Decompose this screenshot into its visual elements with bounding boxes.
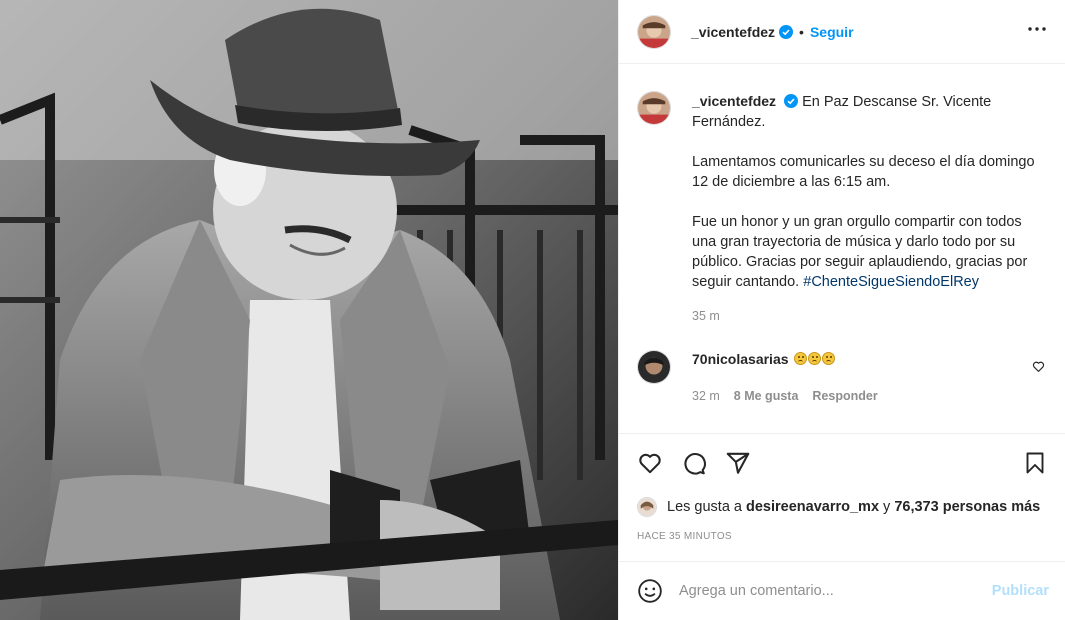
reply-button[interactable]: Responder	[812, 387, 877, 405]
post-header: _vicentefdez • Seguir	[619, 0, 1065, 64]
comment-likes[interactable]: 8 Me gusta	[734, 387, 799, 405]
post-caption: _vicentefdez En Paz Descanse Sr. Vicente…	[637, 91, 1047, 326]
likes-prefix: Les gusta a	[667, 499, 742, 515]
caption-paragraph-2: Lamentamos comunicarles su deceso el día…	[692, 154, 1035, 190]
worried-face-emoji-icon	[821, 352, 835, 365]
liker-avatar[interactable]	[637, 497, 657, 517]
verified-icon	[779, 24, 794, 39]
commenter-username[interactable]: 70nicolasarias	[692, 351, 789, 367]
worried-face-emoji-icon	[793, 352, 807, 365]
comment-item: 70nicolasarias 32 m 8 Me gusta Responder	[637, 350, 1047, 405]
commenter-avatar[interactable]	[637, 350, 671, 384]
separator-dot: •	[799, 23, 804, 40]
save-bookmark-icon[interactable]	[1023, 451, 1047, 475]
likes-count[interactable]: 76,373 personas más	[894, 499, 1040, 515]
verified-icon	[784, 94, 799, 108]
publish-button[interactable]: Publicar	[992, 583, 1049, 599]
like-comment-heart-icon[interactable]	[1032, 360, 1045, 378]
post-actions: Les gusta a desireenavarro_mx y 76,373 p…	[619, 433, 1065, 542]
comments-section[interactable]: _vicentefdez En Paz Descanse Sr. Vicente…	[619, 65, 1065, 433]
caption-timestamp[interactable]: 35 m	[692, 306, 1042, 326]
post-age[interactable]: HACE 35 MINUTOS	[637, 531, 1047, 542]
likes-middle: y	[883, 499, 891, 515]
comment-bubble-icon[interactable]	[681, 450, 707, 476]
comment-meta: 32 m 8 Me gusta Responder	[692, 387, 878, 405]
worried-face-emoji-icon	[807, 352, 821, 365]
caption-avatar[interactable]	[637, 91, 671, 125]
caption-username[interactable]: _vicentefdez	[692, 93, 776, 109]
comment-input[interactable]	[679, 583, 992, 599]
more-options-icon[interactable]	[1027, 19, 1047, 44]
add-comment-bar: Publicar	[619, 561, 1065, 620]
author-username[interactable]: _vicentefdez	[691, 24, 775, 40]
hashtag-link[interactable]: #ChenteSigueSiendoElRey	[803, 274, 979, 290]
comment-timestamp[interactable]: 32 m	[692, 387, 720, 405]
share-paper-plane-icon[interactable]	[725, 450, 751, 476]
likes-summary: Les gusta a desireenavarro_mx y 76,373 p…	[637, 497, 1047, 517]
post-photo[interactable]	[0, 0, 618, 620]
liker-username[interactable]: desireenavarro_mx	[746, 499, 879, 515]
comment-emojis	[793, 352, 835, 368]
like-heart-icon[interactable]	[637, 450, 663, 476]
follow-button[interactable]: Seguir	[810, 24, 854, 40]
author-avatar[interactable]	[637, 14, 671, 49]
emoji-picker-icon[interactable]	[637, 578, 663, 604]
post-panel: _vicentefdez • Seguir _vicentefdez En Pa…	[618, 0, 1065, 620]
